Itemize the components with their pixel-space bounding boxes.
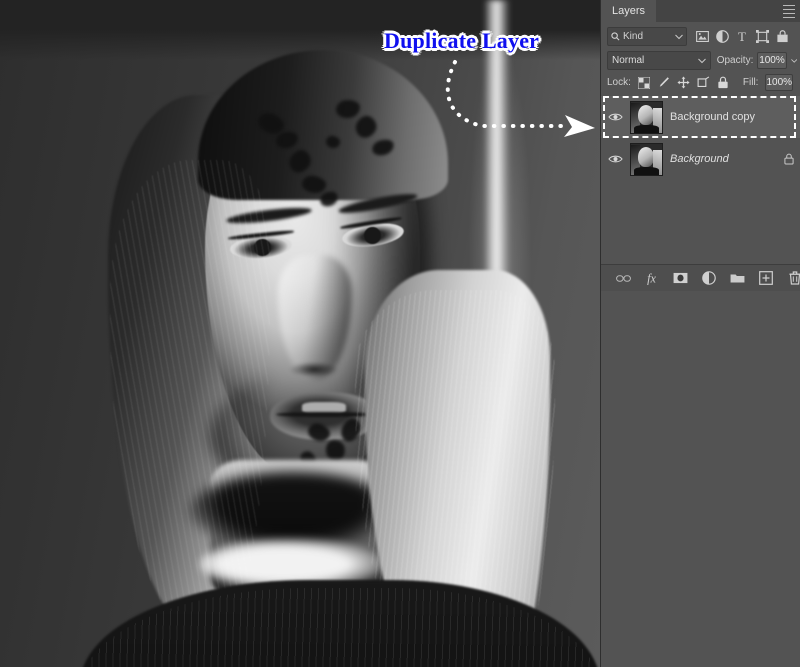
padlock-icon xyxy=(777,153,800,165)
panel-menu-icon[interactable] xyxy=(783,4,797,19)
opacity-chevron-down-icon[interactable] xyxy=(790,58,797,64)
lock-all-icon[interactable] xyxy=(717,76,729,89)
layer-style-button[interactable]: fx xyxy=(643,270,660,287)
filter-smart-object-icon[interactable] xyxy=(775,30,789,44)
lock-label: Lock: xyxy=(607,77,631,88)
layers-list[interactable]: Background copy Background xyxy=(601,96,800,180)
portrait-photo xyxy=(0,0,600,667)
image-canvas[interactable] xyxy=(0,0,600,667)
chevron-down-icon xyxy=(675,34,683,39)
opacity-label: Opacity: xyxy=(716,55,754,66)
layer-filter-kind-select[interactable]: Kind xyxy=(607,27,687,46)
blend-mode-value: Normal xyxy=(612,55,645,66)
layers-panel-empty-area xyxy=(601,291,800,667)
layer-name-label: Background xyxy=(670,153,729,165)
filter-shape-icon[interactable] xyxy=(755,30,769,44)
fill-input[interactable]: 100% xyxy=(765,74,794,91)
chevron-down-icon xyxy=(697,58,706,63)
search-icon xyxy=(611,32,620,41)
eye-icon[interactable] xyxy=(607,112,623,122)
blend-mode-select[interactable]: Normal xyxy=(607,51,711,70)
layer-name-label: Background copy xyxy=(670,111,755,123)
tab-layers[interactable]: Layers xyxy=(601,0,657,22)
subject-head xyxy=(80,40,600,667)
fill-label: Fill: xyxy=(742,77,759,88)
tab-layers-label: Layers xyxy=(612,5,646,17)
layers-panel-toolbar: fx xyxy=(601,264,800,291)
opacity-input[interactable]: 100% xyxy=(757,52,787,69)
layer-filter-type-buttons: T xyxy=(695,30,789,44)
svg-text:T: T xyxy=(738,30,746,43)
lock-artboard-nesting-icon[interactable] xyxy=(697,76,710,89)
annotation-label: Duplicate Layer xyxy=(384,28,540,53)
delete-layer-button[interactable] xyxy=(786,270,800,287)
add-layer-mask-button[interactable] xyxy=(672,270,689,287)
svg-text:fx: fx xyxy=(647,272,656,285)
layer-row-background[interactable]: Background xyxy=(601,138,800,180)
filter-type-icon[interactable]: T xyxy=(735,30,749,44)
photoshop-window: Duplicate Layer Layers Kind T Normal Opa… xyxy=(0,0,800,667)
panel-tab-bar: Layers xyxy=(601,0,800,22)
layer-filter-row: Kind T xyxy=(601,22,800,48)
layer-filter-kind-label: Kind xyxy=(623,31,644,42)
new-fill-adjustment-layer-button[interactable] xyxy=(700,270,717,287)
layer-thumbnail[interactable] xyxy=(630,100,663,134)
pupil-right xyxy=(364,227,381,244)
new-layer-button[interactable] xyxy=(758,270,775,287)
lock-transparent-pixels-icon[interactable] xyxy=(637,76,650,89)
new-group-button[interactable] xyxy=(729,270,746,287)
link-layers-button[interactable] xyxy=(615,270,632,287)
blend-mode-row: Normal Opacity: 100% xyxy=(601,48,800,71)
layers-panel[interactable]: Layers Kind T Normal Opacity: 100% Lock:… xyxy=(600,0,800,667)
filter-pixel-icon[interactable] xyxy=(695,30,709,44)
lock-position-icon[interactable] xyxy=(677,76,690,89)
layer-row-background-copy[interactable]: Background copy xyxy=(601,96,800,138)
eye-icon[interactable] xyxy=(607,154,623,164)
filter-adjustment-icon[interactable] xyxy=(715,30,729,44)
lock-image-pixels-icon[interactable] xyxy=(657,76,670,89)
lock-row: Lock: Fill: 100% xyxy=(601,71,800,93)
layer-thumbnail[interactable] xyxy=(630,142,663,176)
